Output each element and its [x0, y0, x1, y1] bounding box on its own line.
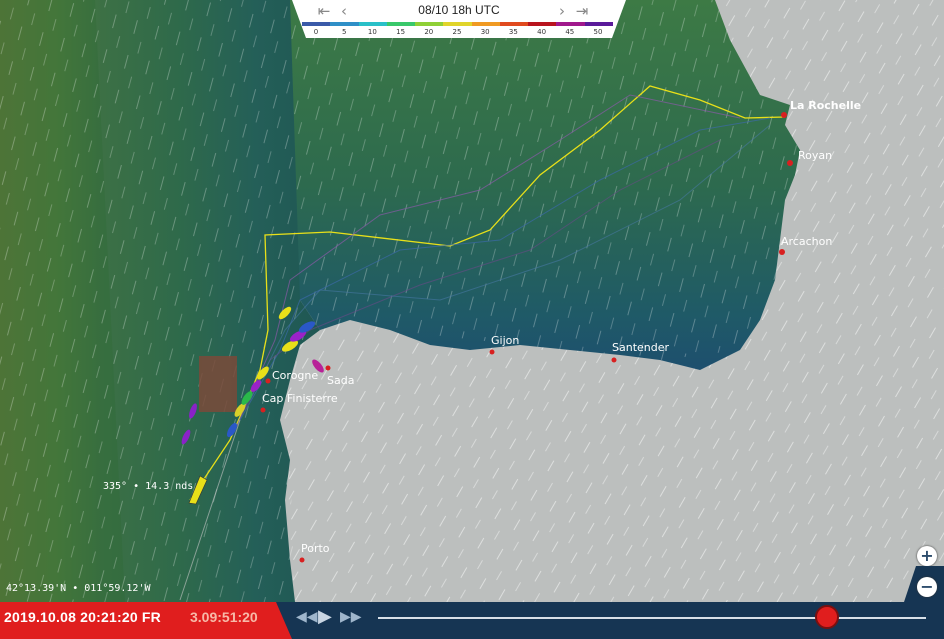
wind-scale-segment: [330, 22, 360, 26]
wind-scale-label: 0: [313, 28, 319, 36]
wind-scale-label: 40: [537, 28, 547, 36]
playback-bar: 2019.10.08 20:21:20 FR 3.09:51:20 ◀◀ ▶ ▶…: [0, 602, 944, 639]
wind-scale-label: 45: [565, 28, 575, 36]
place-label: La Rochelle: [790, 99, 861, 112]
step-back-icon[interactable]: ‹: [336, 2, 352, 20]
fast-forward-icon[interactable]: ▶▶: [340, 607, 362, 627]
zoom-out-button[interactable]: −: [917, 577, 937, 597]
skip-to-end-icon[interactable]: ⇥: [574, 2, 590, 20]
wind-scale-label: 30: [480, 28, 490, 36]
wind-scale-segment: [358, 22, 388, 26]
wind-scale-segment: [528, 22, 557, 26]
wind-scale-label: 5: [341, 28, 347, 36]
cursor-coordinates: 42°13.39'N • 011°59.12'W: [6, 583, 151, 594]
place-label: Corogne: [272, 369, 318, 382]
elapsed-time: 3.09:51:20: [190, 609, 258, 625]
marker-cap-finisterre: [260, 407, 266, 413]
place-label: Cap Finisterre: [262, 392, 338, 405]
datetime-box: 2019.10.08 20:21:20 FR 3.09:51:20: [0, 602, 292, 639]
exclusion-zone: [199, 356, 237, 412]
forecast-bar: ⇤ ‹ 08/10 18h UTC › ⇥ 0 5 10 15 20 25 30 35 40 45…: [292, 0, 626, 38]
forecast-time: 08/10 18h UTC: [418, 3, 500, 17]
wind-scale-label: 10: [367, 28, 377, 36]
map-canvas[interactable]: La Rochelle Royan Arcachon Gijon Santend…: [0, 0, 944, 639]
step-forward-icon[interactable]: ›: [554, 2, 570, 20]
marker-gijon: [489, 349, 495, 355]
wind-scale-label: 20: [424, 28, 434, 36]
place-label: Sada: [327, 374, 354, 387]
wind-scale-label: 35: [508, 28, 518, 36]
boat-heading-speed: 335° • 14.3 nds: [103, 481, 194, 492]
wind-scale-bar: [302, 22, 614, 26]
marker-royan: [787, 160, 793, 166]
wind-scale-segment: [386, 22, 416, 26]
wind-scale-label: 50: [593, 28, 603, 36]
place-label: Gijon: [491, 334, 519, 347]
zoom-in-button[interactable]: +: [917, 546, 937, 566]
wind-scale-segment: [471, 22, 501, 26]
rewind-icon[interactable]: ◀◀: [296, 607, 318, 627]
wind-scale-segment: [415, 22, 444, 26]
play-icon[interactable]: ▶: [318, 607, 332, 627]
marker-arcachon: [779, 249, 785, 255]
marker-la-rochelle: [781, 112, 787, 118]
marker-porto: [299, 557, 305, 563]
place-label: Arcachon: [781, 235, 832, 248]
marker-sada: [325, 365, 331, 371]
wind-scale-label: 15: [396, 28, 406, 36]
marker-santender: [611, 357, 617, 363]
race-map[interactable]: La Rochelle Royan Arcachon Gijon Santend…: [0, 0, 944, 639]
wind-scale-segment: [556, 22, 586, 26]
wind-scale-label: 25: [452, 28, 462, 36]
place-label: Porto: [301, 542, 330, 555]
place-label: Royan: [798, 149, 832, 162]
wind-scale-segment: [584, 22, 614, 26]
race-datetime: 2019.10.08 20:21:20 FR: [4, 609, 161, 625]
timeline-track[interactable]: [378, 617, 926, 619]
wind-scale-segment: [302, 22, 331, 26]
wind-scale-segment: [499, 22, 529, 26]
skip-to-start-icon[interactable]: ⇤: [316, 2, 332, 20]
wind-scale-segment: [443, 22, 473, 26]
marker-corogne: [265, 378, 271, 384]
place-label: Santender: [612, 341, 669, 354]
timeline-handle[interactable]: [815, 605, 840, 629]
